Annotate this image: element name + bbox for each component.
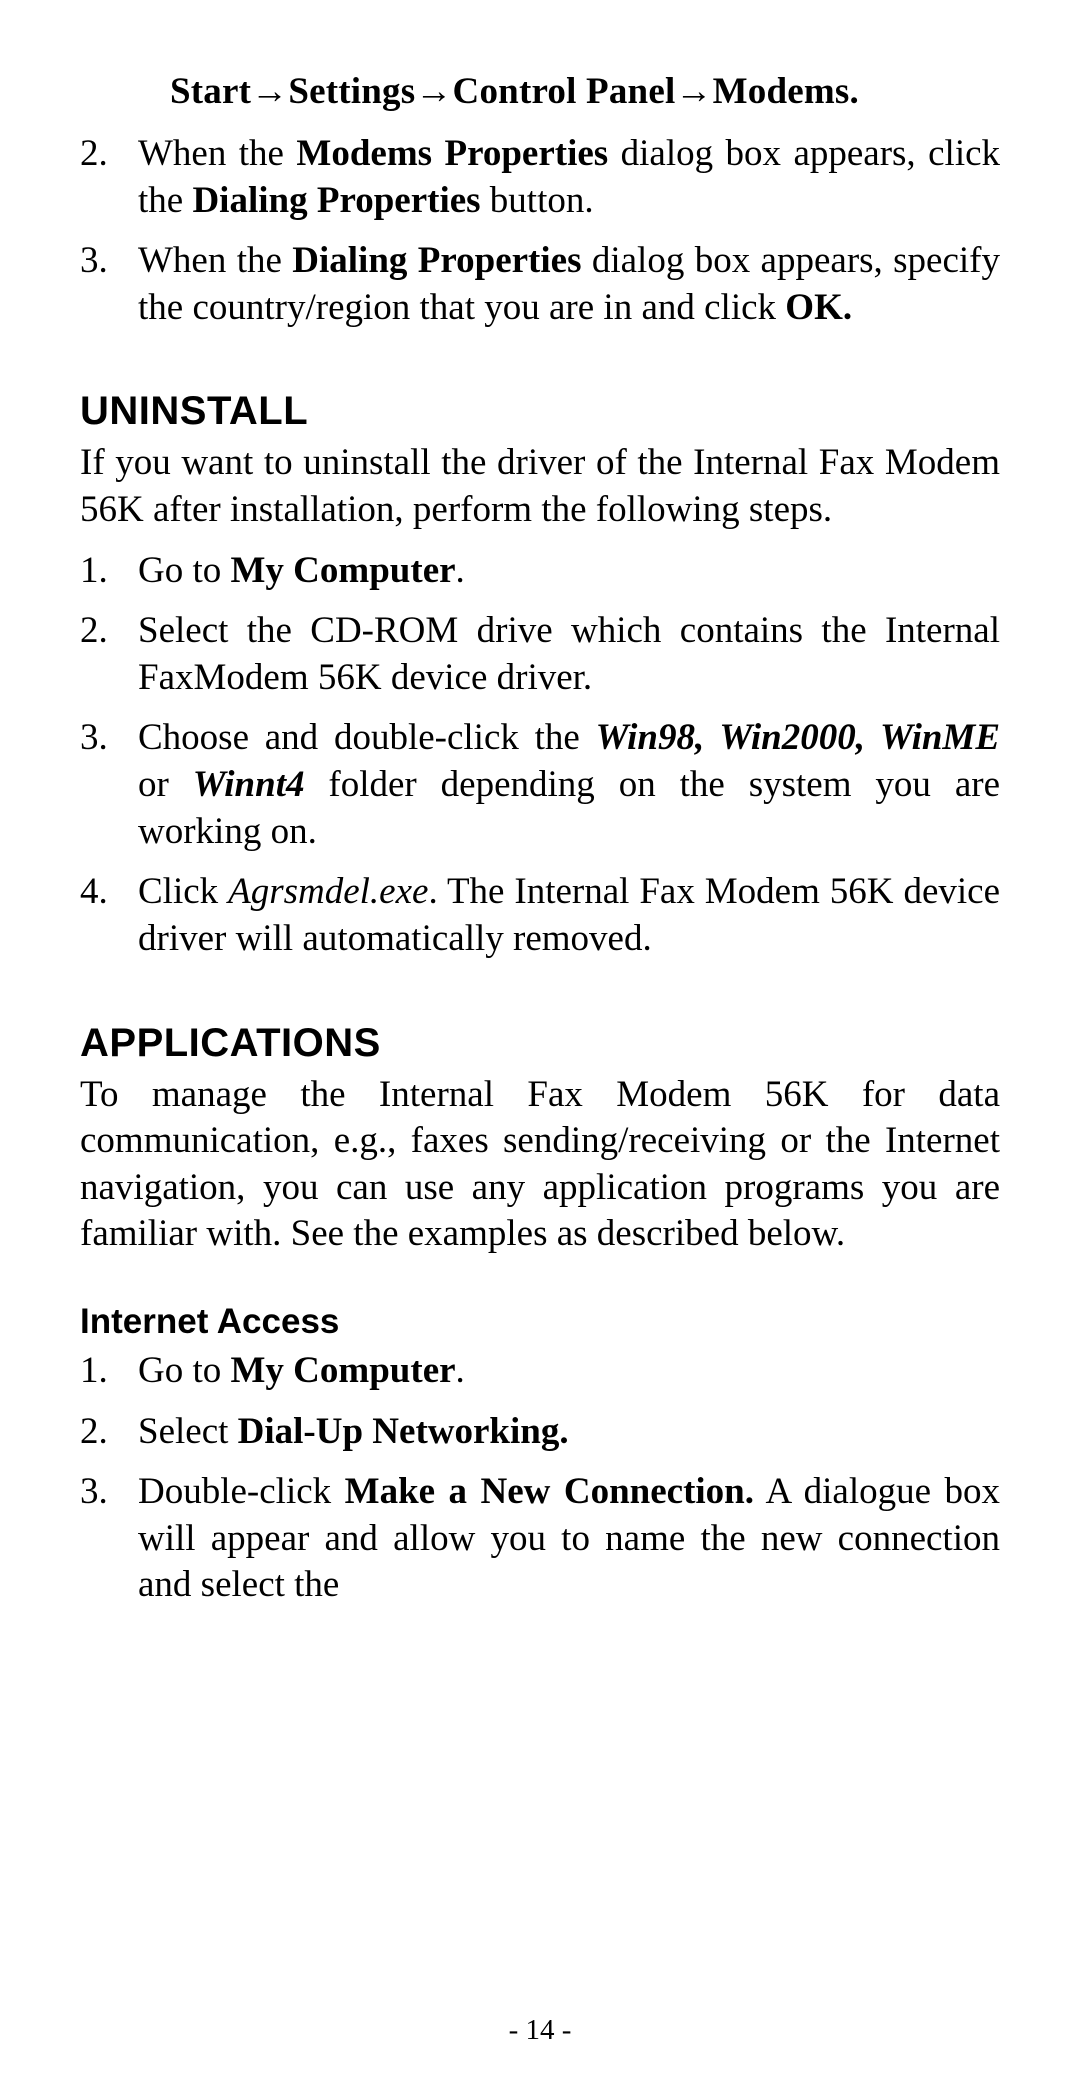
step-number: 2.	[80, 1409, 138, 1456]
text: or	[138, 764, 193, 805]
list-item: 2. Select the CD-ROM drive which contain…	[80, 608, 1000, 701]
step-content: Select Dial-Up Networking.	[138, 1409, 1000, 1456]
top-steps-list: 2. When the Modems Properties dialog box…	[80, 131, 1000, 331]
heading-applications: APPLICATIONS	[80, 1021, 1000, 1066]
bold-text: Dialing Properties	[192, 180, 480, 221]
page-number: - 14 -	[0, 2014, 1080, 2047]
bold-text: My Computer	[231, 550, 456, 591]
list-item: 3. Choose and double-click the Win98, Wi…	[80, 715, 1000, 855]
list-item: 2. When the Modems Properties dialog box…	[80, 131, 1000, 224]
text: Go to	[138, 550, 231, 591]
step-content: When the Dialing Properties dialog box a…	[138, 238, 1000, 331]
bold-italic-text: Win98, Win2000, WinME	[596, 717, 1000, 758]
list-item: 1. Go to My Computer.	[80, 548, 1000, 595]
step-number: 1.	[80, 1348, 138, 1395]
heading-uninstall: UNINSTALL	[80, 389, 1000, 434]
paragraph: To manage the Internal Fax Modem 56K for…	[80, 1072, 1000, 1258]
step-content: Click Agrsmdel.exe. The Internal Fax Mod…	[138, 869, 1000, 962]
text: Choose and double-click the	[138, 717, 596, 758]
text: button.	[481, 180, 594, 221]
nav-path: Start→Settings→Control Panel→Modems.	[170, 70, 1000, 113]
italic-text: Agrsmdel.exe	[228, 871, 428, 912]
list-item: 4. Click Agrsmdel.exe. The Internal Fax …	[80, 869, 1000, 962]
step-content: Go to My Computer.	[138, 1348, 1000, 1395]
list-item: 3. When the Dialing Properties dialog bo…	[80, 238, 1000, 331]
bold-text: Make a New Connection.	[345, 1471, 754, 1512]
bold-text: Modems Properties	[296, 133, 608, 174]
text: When the	[138, 240, 292, 281]
step-number: 2.	[80, 131, 138, 224]
step-content: Choose and double-click the Win98, Win20…	[138, 715, 1000, 855]
bold-text: My Computer	[231, 1350, 456, 1391]
bold-italic-text: Winnt4	[193, 764, 305, 805]
text: Select	[138, 1411, 238, 1452]
step-content: Go to My Computer.	[138, 548, 1000, 595]
internet-steps-list: 1. Go to My Computer. 2. Select Dial-Up …	[80, 1348, 1000, 1609]
bold-text: Dialing Properties	[292, 240, 581, 281]
step-number: 2.	[80, 608, 138, 701]
uninstall-steps-list: 1. Go to My Computer. 2. Select the CD-R…	[80, 548, 1000, 963]
step-number: 3.	[80, 238, 138, 331]
text: Double-click	[138, 1471, 345, 1512]
list-item: 3. Double-click Make a New Connection. A…	[80, 1469, 1000, 1609]
step-content: Select the CD-ROM drive which contains t…	[138, 608, 1000, 701]
heading-internet-access: Internet Access	[80, 1302, 1000, 1342]
paragraph: If you want to uninstall the driver of t…	[80, 440, 1000, 533]
bold-text: Dial-Up Networking.	[238, 1411, 569, 1452]
step-number: 3.	[80, 1469, 138, 1609]
step-content: When the Modems Properties dialog box ap…	[138, 131, 1000, 224]
bold-text: OK.	[785, 287, 852, 328]
list-item: 2. Select Dial-Up Networking.	[80, 1409, 1000, 1456]
text: When the	[138, 133, 296, 174]
list-item: 1. Go to My Computer.	[80, 1348, 1000, 1395]
step-number: 3.	[80, 715, 138, 855]
text: Click	[138, 871, 228, 912]
text: .	[456, 550, 465, 591]
text: Go to	[138, 1350, 231, 1391]
text: .	[456, 1350, 465, 1391]
step-number: 1.	[80, 548, 138, 595]
step-content: Double-click Make a New Connection. A di…	[138, 1469, 1000, 1609]
step-number: 4.	[80, 869, 138, 962]
document-page: Start→Settings→Control Panel→Modems. 2. …	[0, 0, 1080, 2097]
